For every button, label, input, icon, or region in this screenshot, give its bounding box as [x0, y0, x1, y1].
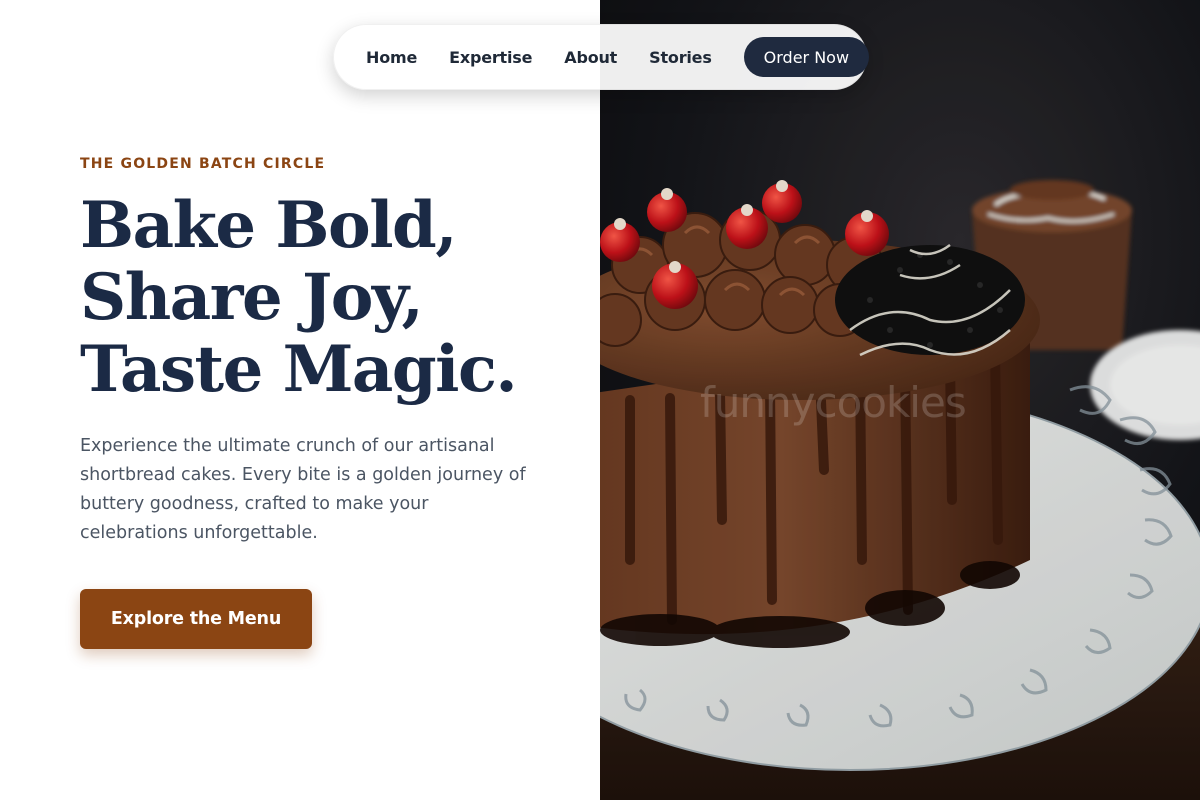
hero-description: Experience the ultimate crunch of our ar… — [80, 436, 526, 543]
explore-menu-button[interactable]: Explore the Menu — [80, 589, 312, 649]
headline-line-3: Taste Magic. — [80, 332, 518, 407]
nav-link-about[interactable]: About — [564, 48, 617, 67]
image-watermark: funnycookies — [700, 378, 967, 427]
top-nav: Home Expertise About Stories Order Now — [333, 24, 870, 90]
hero-eyebrow: THE GOLDEN BATCH CIRCLE — [80, 156, 326, 172]
headline-line-2: Share Joy, — [80, 260, 424, 335]
headline-line-1: Bake Bold, — [80, 188, 458, 263]
nav-link-home[interactable]: Home — [366, 48, 417, 67]
nav-link-stories[interactable]: Stories — [649, 48, 712, 67]
nav-link-expertise[interactable]: Expertise — [449, 48, 532, 67]
hero-headline: Bake Bold, Share Joy, Taste Magic. — [80, 188, 518, 407]
order-now-button[interactable]: Order Now — [743, 37, 870, 77]
hero-left-panel: THE GOLDEN BATCH CIRCLE Bake Bold, Share… — [0, 0, 600, 800]
hero-image: funnycookies — [600, 0, 1200, 800]
